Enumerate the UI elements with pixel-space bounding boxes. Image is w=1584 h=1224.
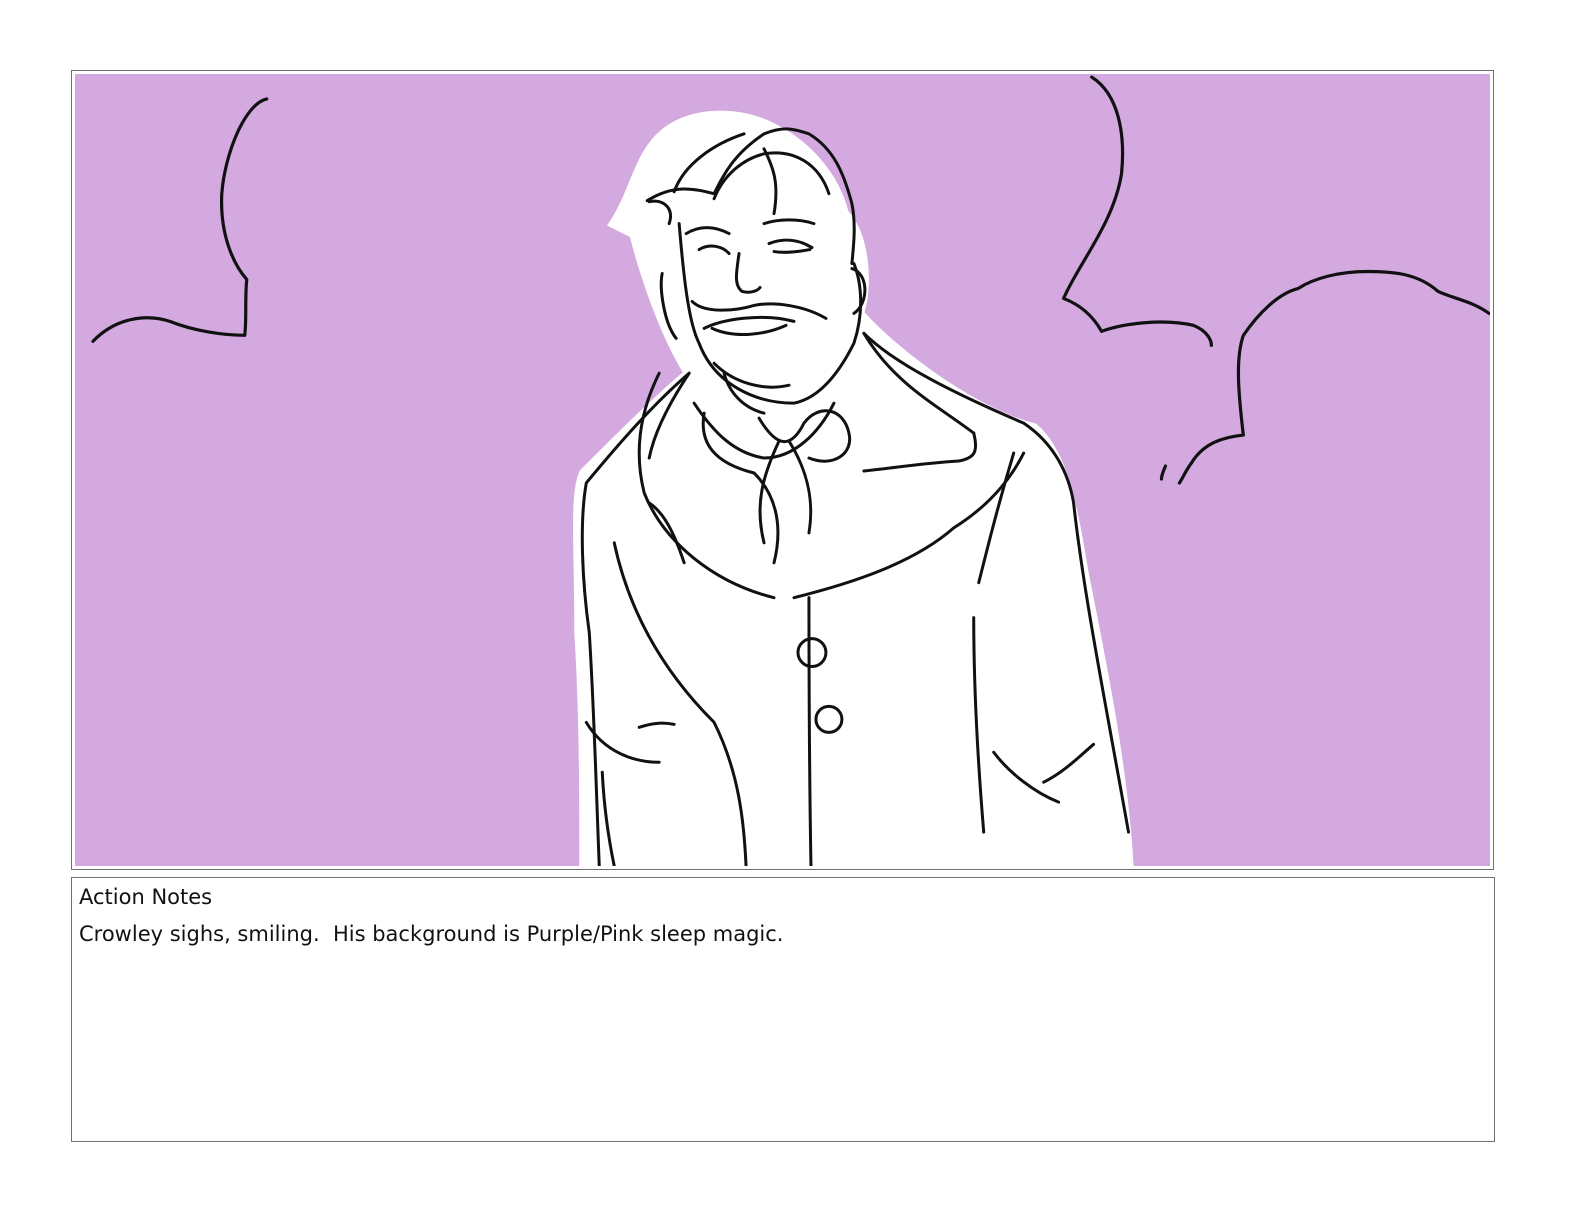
crowley-figure: [573, 110, 1134, 866]
storyboard-panel: [75, 74, 1490, 866]
action-notes-box: Action Notes Crowley sighs, smiling. His…: [71, 877, 1495, 1142]
crowley-sketch-illustration: [91, 75, 1490, 866]
action-notes-text: Crowley sighs, smiling. His background i…: [79, 922, 784, 946]
magic-cloud-right-3: [1159, 464, 1168, 481]
magic-cloud-right-1: [1062, 75, 1213, 347]
magic-cloud-left: [91, 97, 269, 343]
magic-cloud-right-2: [1177, 269, 1490, 485]
action-notes-title: Action Notes: [79, 885, 213, 909]
storyboard-frame: [71, 70, 1494, 870]
